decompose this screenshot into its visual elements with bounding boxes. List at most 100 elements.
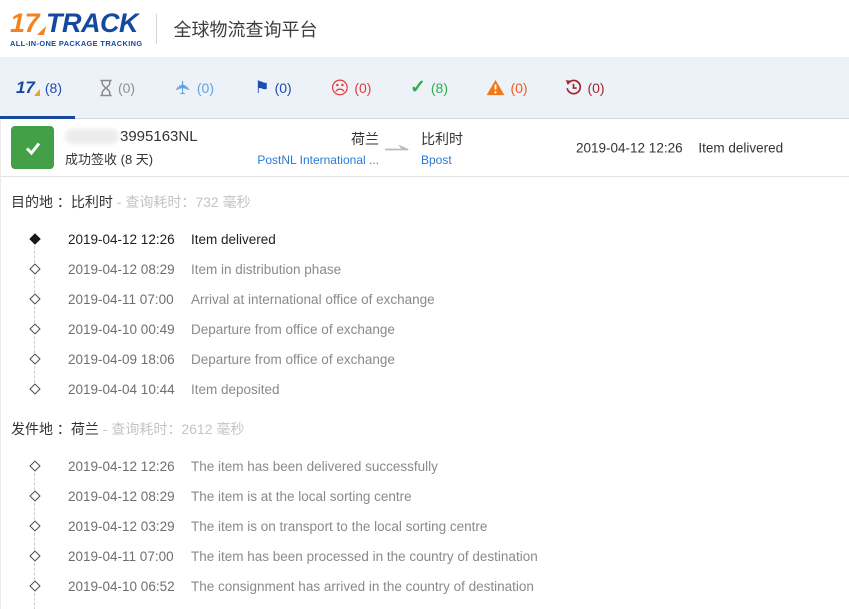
event-description: Item delivered — [191, 232, 276, 247]
event-description: The item has been delivered successfully — [191, 459, 438, 474]
status-tab-bar: 17 (8) (0) ✈ (0) ⚑ (0) ☹ (0) ✓ (8) (0) — [0, 57, 849, 119]
tab-in-transit[interactable]: ✈ (0) — [156, 57, 234, 118]
package-main-info: 3995163NL 成功签收 (8 天) — [65, 128, 198, 168]
origin-label: 发件地 ：荷兰 — [11, 421, 99, 437]
logo-tagline: ALL-IN-ONE PACKAGE TRACKING — [10, 40, 142, 47]
seventeen-track-logo[interactable]: 17 TRACK ALL-IN-ONE PACKAGE TRACKING — [10, 10, 142, 47]
event-time: 2019-04-12 03:29 — [68, 519, 191, 534]
destination-query-time: - 查询耗时：732 毫秒 — [117, 194, 251, 210]
tab-not-found[interactable]: (0) — [78, 57, 156, 118]
origin-column: 荷兰 PostNL International ... — [251, 129, 379, 167]
diamond-marker — [29, 293, 40, 304]
tracking-number-blur — [65, 129, 119, 144]
tab-count: (0) — [510, 80, 527, 96]
tracking-result-panel: 3995163NL 成功签收 (8 天) 荷兰 PostNL Internati… — [0, 119, 849, 609]
event-time: 2019-04-12 12:26 — [68, 459, 191, 474]
package-status: 成功签收 (8 天) — [65, 149, 198, 168]
tab-count: (0) — [354, 80, 371, 96]
event-description: Item in distribution phase — [191, 262, 341, 277]
timeline-event: 2019-04-09 18:06 Departure from office o… — [1, 344, 849, 374]
tab-count: (0) — [587, 80, 604, 96]
timeline-event: 2019-04-12 12:26 Item delivered — [1, 224, 849, 254]
event-description: Arrival at international office of excha… — [191, 292, 435, 307]
event-time: 2019-04-09 18:06 — [68, 352, 191, 367]
plane-icon: ✈ — [174, 80, 193, 96]
tab-count: (8) — [45, 80, 62, 96]
tab-expired[interactable]: (0) — [546, 57, 624, 118]
destination-country: 比利时 — [421, 129, 571, 149]
route-arrow-icon — [385, 142, 411, 154]
latest-event-text: Item delivered — [698, 140, 783, 155]
check-icon — [22, 137, 44, 159]
tab-all-packages[interactable]: 17 (8) — [0, 57, 78, 118]
header-divider — [156, 14, 157, 44]
event-time: 2019-04-10 06:52 — [68, 579, 191, 594]
destination-column: 比利时 Bpost — [421, 129, 571, 167]
event-description: The item is at the local sorting centre — [191, 489, 412, 504]
event-description: The item is on transport to the local so… — [191, 519, 487, 534]
destination-section-header: 目的地 ：比利时 - 查询耗时：732 毫秒 — [1, 177, 849, 218]
check-icon: ✓ — [410, 78, 426, 97]
latest-event-time: 2019-04-12 12:26 — [576, 140, 683, 155]
timeline-event: 2019-04-12 12:26 The item has been deliv… — [1, 451, 849, 481]
seventeen-logo-icon: 17 — [16, 79, 40, 96]
origin-timeline: 2019-04-12 12:26 The item has been deliv… — [1, 451, 849, 609]
tab-count: (8) — [431, 80, 448, 96]
event-description: Departure from office of exchange — [191, 352, 395, 367]
event-time: 2019-04-11 07:00 — [68, 549, 191, 564]
tab-count: (0) — [197, 80, 214, 96]
tracking-number: 3995163NL — [65, 128, 198, 145]
warning-icon — [486, 79, 505, 96]
event-time: 2019-04-10 00:49 — [68, 322, 191, 337]
diamond-marker — [29, 460, 40, 471]
destination-carrier-link[interactable]: Bpost — [421, 153, 571, 167]
event-description: The consignment has arrived in the count… — [191, 579, 534, 594]
tab-pick-up[interactable]: ⚑ (0) — [234, 57, 312, 118]
tab-undelivered[interactable]: ☹ (0) — [312, 57, 390, 118]
timeline-event: 2019-04-12 08:29 Item in distribution ph… — [1, 254, 849, 284]
origin-query-time: - 查询耗时：2612 毫秒 — [103, 421, 245, 437]
delivered-status-icon — [11, 126, 54, 169]
tracking-number-text: 3995163NL — [120, 128, 198, 145]
history-icon — [565, 79, 582, 96]
tab-delivered[interactable]: ✓ (8) — [390, 57, 468, 118]
site-title: 全球物流查询平台 — [173, 16, 317, 42]
timeline-event: 2019-04-10 00:49 Departure from office o… — [1, 314, 849, 344]
event-time: 2019-04-12 12:26 — [68, 232, 191, 247]
event-description: Departure from office of exchange — [191, 322, 395, 337]
event-description: The item has been processed in the count… — [191, 549, 538, 564]
timeline-event: 2019-04-10 06:52 The item has arrived in… — [1, 601, 849, 609]
diamond-marker — [29, 580, 40, 591]
event-time: 2019-04-12 08:29 — [68, 262, 191, 277]
package-summary-row[interactable]: 3995163NL 成功签收 (8 天) 荷兰 PostNL Internati… — [1, 119, 849, 177]
logo-17: 17 — [10, 10, 39, 37]
logo-wordmark: 17 TRACK — [10, 10, 142, 37]
diamond-marker — [29, 353, 40, 364]
event-description: Item deposited — [191, 382, 280, 397]
diamond-marker — [29, 550, 40, 561]
tab-alert[interactable]: (0) — [468, 57, 546, 118]
timeline-event: 2019-04-11 07:00 Arrival at internationa… — [1, 284, 849, 314]
diamond-marker — [29, 490, 40, 501]
page-header: 17 TRACK ALL-IN-ONE PACKAGE TRACKING 全球物… — [0, 0, 849, 57]
diamond-marker — [29, 383, 40, 394]
event-time: 2019-04-12 08:29 — [68, 489, 191, 504]
logo-track: TRACK — [46, 10, 138, 37]
event-time: 2019-04-11 07:00 — [68, 292, 191, 307]
hourglass-icon — [99, 79, 113, 97]
origin-carrier-link[interactable]: PostNL International ... — [251, 153, 379, 167]
sad-face-icon: ☹ — [331, 79, 350, 97]
origin-country: 荷兰 — [251, 129, 379, 149]
timeline-event: 2019-04-12 08:29 The item is at the loca… — [1, 481, 849, 511]
diamond-marker — [29, 323, 40, 334]
event-time: 2019-04-04 10:44 — [68, 382, 191, 397]
timeline-event: 2019-04-11 07:00 The item has been proce… — [1, 541, 849, 571]
timeline-event: 2019-04-12 03:29 The item is on transpor… — [1, 511, 849, 541]
diamond-marker — [29, 233, 40, 244]
latest-event: 2019-04-12 12:26 Item delivered — [576, 140, 783, 155]
destination-label: 目的地 ：比利时 — [11, 194, 113, 210]
flag-icon: ⚑ — [254, 79, 269, 96]
timeline-event: 2019-04-10 06:52 The consignment has arr… — [1, 571, 849, 601]
timeline-event: 2019-04-04 10:44 Item deposited — [1, 374, 849, 404]
destination-timeline: 2019-04-12 12:26 Item delivered 2019-04-… — [1, 224, 849, 404]
